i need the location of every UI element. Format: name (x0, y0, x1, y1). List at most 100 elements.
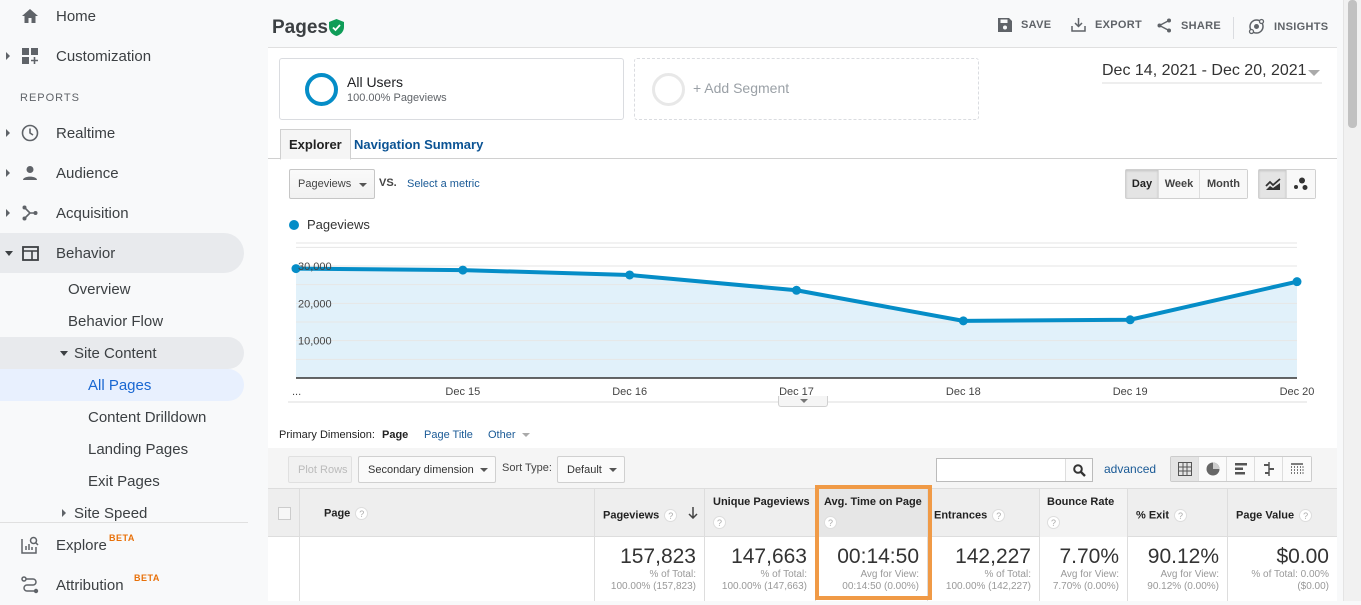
x-tick-label: Dec 19 (1113, 386, 1148, 398)
advanced-filter-link[interactable]: advanced (1104, 462, 1156, 476)
line-chart-button[interactable] (1259, 170, 1287, 198)
dimension-page[interactable]: Page (382, 429, 408, 441)
bar-list-icon (1234, 463, 1247, 475)
data-point-dec-17[interactable] (792, 285, 801, 295)
month-button[interactable]: Month (1200, 170, 1247, 198)
help-icon[interactable]: ? (992, 509, 1006, 522)
table-search-input[interactable] (936, 458, 1093, 482)
segment-all-users[interactable]: All Users 100.00% Pageviews (279, 58, 624, 120)
x-tick-label: Dec 20 (1280, 386, 1315, 398)
term-cloud-view-button[interactable] (1283, 457, 1311, 481)
collapse-chart-button[interactable] (778, 396, 828, 407)
dimension-other[interactable]: Other (488, 429, 530, 441)
behavior-window-icon (20, 243, 40, 263)
acquisition-icon (20, 203, 40, 223)
plot-rows-button[interactable]: Plot Rows (288, 456, 352, 483)
share-icon (1157, 18, 1171, 33)
column-header-bounce-rate[interactable]: Bounce Rate? (1040, 489, 1128, 537)
week-button[interactable]: Week (1159, 170, 1200, 198)
report-content: All Users 100.00% Pageviews + Add Segmen… (268, 48, 1337, 601)
column-header-page[interactable]: Page? (300, 489, 595, 537)
column-header-page-value[interactable]: Page Value? (1228, 489, 1337, 537)
x-tick-label: ... (292, 386, 301, 398)
column-header-pageviews[interactable]: Pageviews? (595, 489, 705, 537)
dimension-page-title[interactable]: Page Title (424, 429, 473, 441)
sidebar-item-all-pages[interactable]: All Pages (0, 369, 244, 401)
sort-type-label: Sort Type: (502, 462, 552, 474)
caret-down-icon (60, 351, 68, 356)
pivot-icon (1291, 463, 1304, 475)
sidebar-item-landing-pages[interactable]: Landing Pages (88, 433, 188, 465)
main-content: Pages SAVE EXPORT SHARE INSIGHTS All Use… (268, 0, 1337, 601)
report-tabs: Explorer Navigation Summary (268, 129, 1337, 160)
tab-navigation-summary[interactable]: Navigation Summary (346, 129, 491, 159)
column-header-exit[interactable]: % Exit? (1128, 489, 1228, 537)
comparison-view-button[interactable] (1255, 457, 1283, 481)
performance-view-button[interactable] (1227, 457, 1255, 481)
sidebar-item-exit-pages[interactable]: Exit Pages (88, 465, 160, 497)
scrollbar-thumb[interactable] (1348, 0, 1357, 128)
sidebar-item-site-speed[interactable]: Site Speed (0, 497, 244, 529)
day-button[interactable]: Day (1126, 170, 1159, 198)
sidebar-item-behavior[interactable]: Behavior (0, 233, 244, 273)
table-view-toggle (1170, 456, 1312, 482)
caret-right-icon (62, 509, 66, 517)
secondary-dimension-select[interactable]: Secondary dimension (358, 456, 496, 483)
column-header-avg-time-on-page[interactable]: Avg. Time on Page? (816, 489, 928, 537)
chevron-down-icon (1308, 70, 1320, 76)
search-button[interactable] (1065, 459, 1092, 481)
sidebar-item-overview[interactable]: Overview (68, 273, 131, 305)
help-icon[interactable]: ? (1174, 509, 1188, 522)
help-icon[interactable]: ? (355, 507, 369, 520)
help-icon[interactable]: ? (1047, 516, 1060, 529)
caret-right-icon (6, 52, 10, 60)
sort-descending-icon (688, 507, 698, 519)
select-metric-link[interactable]: Select a metric (407, 178, 480, 190)
data-point-dec-15[interactable] (458, 265, 468, 275)
totals-checkbox-cell (268, 537, 300, 601)
column-header-entrances[interactable]: Entrances? (928, 489, 1040, 537)
share-button[interactable]: SHARE (1157, 18, 1221, 33)
metric-select[interactable]: Pageviews (289, 169, 375, 199)
select-all-checkbox[interactable] (278, 507, 291, 520)
sidebar-item-content-drilldown[interactable]: Content Drilldown (88, 401, 206, 433)
sidebar-divider (0, 522, 248, 523)
motion-chart-button[interactable] (1287, 170, 1315, 198)
page-header: Pages SAVE EXPORT SHARE INSIGHTS (268, 0, 1337, 48)
save-button[interactable]: SAVE (998, 18, 1051, 32)
table-totals-row: 157,823% of Total: 100.00% (157,823) 147,… (268, 537, 1337, 601)
vs-label: VS. (379, 177, 397, 189)
segment-ring-icon (305, 73, 338, 106)
bubble-chart-icon (1294, 177, 1308, 190)
caret-down-icon (5, 250, 13, 256)
totals-page-cell (300, 537, 595, 601)
add-segment-button[interactable]: + Add Segment (634, 58, 979, 120)
data-point-dec-19[interactable] (1125, 315, 1135, 325)
sort-type-select[interactable]: Default (557, 456, 625, 483)
x-tick-label: Dec 16 (612, 386, 647, 398)
table-header: Page? Pageviews? Unique Pageviews? Avg. … (268, 488, 1337, 537)
export-button[interactable]: EXPORT (1071, 18, 1142, 32)
grid-table-icon (1177, 462, 1192, 476)
chevron-down-icon (480, 468, 488, 472)
sidebar-item-behavior-flow[interactable]: Behavior Flow (68, 305, 163, 337)
data-table-view-button[interactable] (1171, 457, 1199, 481)
tab-explorer[interactable]: Explorer (280, 129, 351, 160)
date-range-picker[interactable]: Dec 14, 2021 - Dec 20, 2021 (1102, 62, 1322, 84)
page-scrollbar[interactable] (1343, 0, 1361, 601)
insights-icon (1248, 18, 1265, 35)
data-point-dec-16[interactable] (625, 270, 635, 280)
insights-button[interactable]: INSIGHTS (1248, 18, 1328, 35)
x-tick-label: Dec 18 (946, 386, 981, 398)
help-icon[interactable]: ? (713, 516, 726, 529)
clock-icon (20, 123, 40, 143)
help-icon[interactable]: ? (824, 516, 837, 529)
dashboard-grid-icon (20, 46, 40, 66)
data-point-dec-20[interactable] (1292, 277, 1302, 287)
sidebar-item-site-content[interactable]: Site Content (0, 337, 244, 369)
data-point-dec-18[interactable] (958, 316, 968, 326)
pie-view-button[interactable] (1199, 457, 1227, 481)
help-icon[interactable]: ? (1299, 509, 1313, 522)
help-icon[interactable]: ? (664, 509, 678, 522)
column-header-unique-pageviews[interactable]: Unique Pageviews? (705, 489, 816, 537)
